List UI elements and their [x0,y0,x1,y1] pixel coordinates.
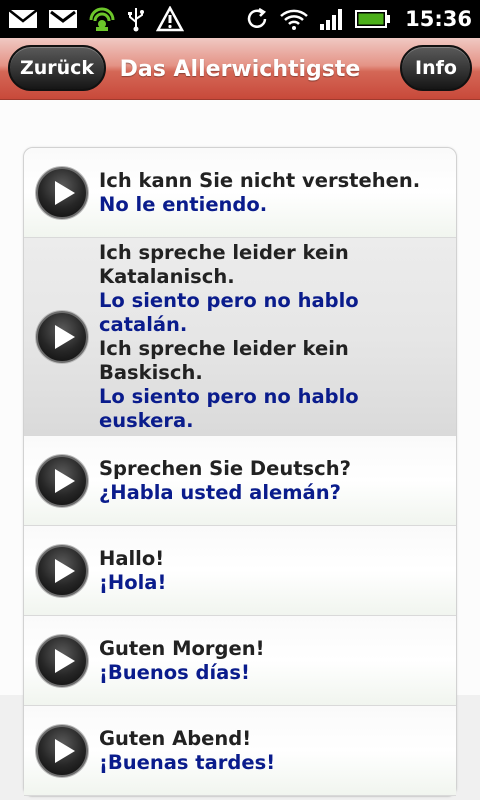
phrase-row[interactable]: Ich kann Sie nicht verstehen. No le entie… [24,148,456,238]
wifi-icon [279,6,309,32]
german-phrase: Guten Abend! [99,726,252,750]
phrase-texts: Ich spreche leider kein Katalanisch. Lo s… [99,241,456,433]
play-button[interactable] [36,634,88,687]
title-bar: Zurück Das Allerwichtigste Info [0,38,480,100]
mail-icon [8,6,38,32]
play-icon [54,180,75,205]
battery-icon [355,6,391,32]
status-bar: 15:36 [0,0,480,38]
play-button[interactable] [36,544,88,597]
spanish-translation: Lo siento pero no hablo euskera. [99,384,359,432]
play-button[interactable] [36,310,88,363]
play-icon [54,324,75,349]
spanish-translation: ¡Buenos días! [99,660,250,684]
phrase-row[interactable]: Ich spreche leider kein Katalanisch. Lo s… [24,238,456,436]
german-phrase: Ich kann Sie nicht verstehen. [99,168,421,192]
phrase-row[interactable]: Hallo! ¡Hola! [24,526,456,616]
info-button[interactable]: Info [400,45,472,91]
spanish-translation: Lo siento pero no hablo catalán. [99,288,359,336]
page-title: Das Allerwichtigste [119,56,361,82]
play-icon [54,738,75,763]
play-icon [54,468,75,493]
play-icon [54,558,75,583]
back-button[interactable]: Zurück [8,45,106,91]
phrase-row[interactable]: Guten Abend! ¡Buenas tardes! [24,706,456,796]
android-icon [88,6,116,32]
clock: 15:36 [405,7,472,31]
german-phrase: Hallo! [99,546,165,570]
warning-icon [156,6,184,32]
phrase-row[interactable]: Sprechen Sie Deutsch? ¿Habla usted alemán… [24,436,456,526]
german-phrase: Guten Morgen! [99,636,265,660]
german-phrase: Ich spreche leider kein Baskisch. [99,336,349,384]
spanish-translation: ¡Buenas tardes! [99,750,276,774]
sync-icon [245,6,269,32]
play-button[interactable] [36,166,88,219]
german-phrase: Sprechen Sie Deutsch? [99,456,351,480]
phrase-texts: Hallo! ¡Hola! [99,547,178,595]
gmail-icon [48,6,78,32]
spanish-translation: ¡Hola! [99,570,167,594]
play-button[interactable] [36,454,88,507]
usb-icon [126,6,146,32]
phrase-texts: Guten Abend! ¡Buenas tardes! [99,727,287,775]
spanish-translation: No le entiendo. [99,192,268,216]
german-phrase: Ich spreche leider kein Katalanisch. [99,240,349,288]
phrase-texts: Guten Morgen! ¡Buenos días! [99,637,276,685]
phrase-list: Ich kann Sie nicht verstehen. No le entie… [23,147,457,797]
signal-icon [319,6,345,32]
play-button[interactable] [36,724,88,777]
spanish-translation: ¿Habla usted alemán? [99,480,341,504]
system-icons: 15:36 [245,6,472,32]
phrase-texts: Sprechen Sie Deutsch? ¿Habla usted alemán… [99,457,363,505]
play-icon [54,648,75,673]
notification-icons [8,6,184,32]
phrase-row[interactable]: Guten Morgen! ¡Buenos días! [24,616,456,706]
content-area: Ich kann Sie nicht verstehen. No le entie… [0,100,480,800]
phrase-texts: Ich kann Sie nicht verstehen. No le entie… [99,169,432,217]
